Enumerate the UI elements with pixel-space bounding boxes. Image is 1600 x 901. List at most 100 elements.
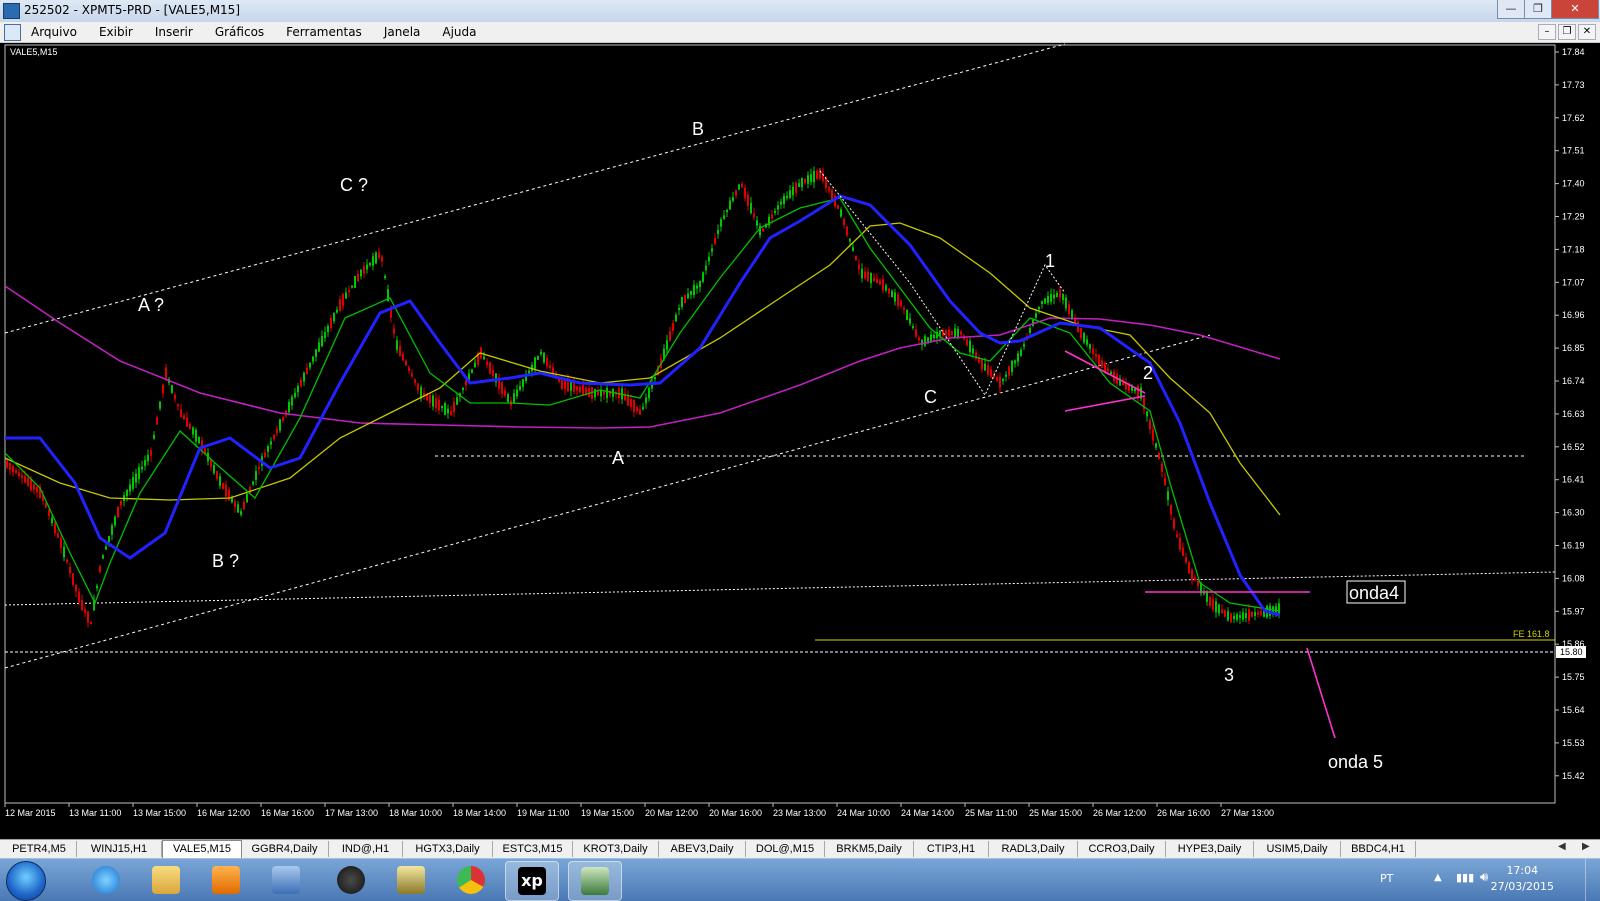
tab-vale5[interactable]: VALE5,M15 bbox=[162, 840, 242, 859]
candle-body bbox=[1092, 348, 1094, 354]
clock[interactable]: 17:04 27/03/2015 bbox=[1491, 863, 1554, 895]
candle-body bbox=[909, 318, 911, 324]
candle-body bbox=[324, 332, 326, 338]
time-tick-label: 20 Mar 12:00 bbox=[645, 808, 698, 818]
tab-scroll-right-icon[interactable]: ▶ bbox=[1582, 841, 1590, 852]
price-chart[interactable]: 17.84 17.73 17.62 17.51 17.40 17.29 17.18 17.07… bbox=[0, 43, 1600, 839]
current-price-text: 15.80 bbox=[1560, 647, 1583, 657]
hp-app-button[interactable] bbox=[325, 861, 377, 899]
tab-estc3[interactable]: ESTC3,M15 bbox=[493, 841, 573, 857]
candle-body bbox=[1056, 293, 1058, 297]
time-tick-label: 18 Mar 10:00 bbox=[389, 808, 442, 818]
candle-body bbox=[66, 559, 68, 563]
candle-body bbox=[972, 348, 974, 354]
volume-icon[interactable]: 🔊︎ bbox=[1480, 870, 1488, 885]
candle-body bbox=[678, 307, 680, 311]
candle-body bbox=[450, 410, 452, 416]
candle-body bbox=[846, 226, 848, 236]
tab-usim5[interactable]: USIM5,Daily bbox=[1254, 841, 1341, 857]
time-tick-label: 20 Mar 16:00 bbox=[709, 808, 762, 818]
candle-body bbox=[774, 210, 776, 214]
candle-body bbox=[81, 600, 83, 610]
tab-hgtx3[interactable]: HGTX3,Daily bbox=[403, 841, 493, 857]
candle-body bbox=[1005, 374, 1007, 377]
label-wave-1: 1 bbox=[1045, 251, 1055, 271]
tab-ctip3[interactable]: CTIP3,H1 bbox=[914, 841, 989, 857]
tray-expand-icon[interactable]: ▲ bbox=[1434, 872, 1442, 883]
menu-arquivo[interactable]: Arquivo bbox=[20, 24, 88, 40]
candle-body bbox=[639, 409, 641, 415]
media-player-button[interactable] bbox=[200, 861, 252, 899]
tab-petr4[interactable]: PETR4,M5 bbox=[2, 841, 77, 857]
candle-body bbox=[270, 441, 272, 445]
tab-radl3[interactable]: RADL3,Daily bbox=[989, 841, 1078, 857]
tab-krot3[interactable]: KROT3,Daily bbox=[573, 841, 659, 857]
candle-body bbox=[1260, 611, 1262, 615]
candle-body bbox=[915, 329, 917, 337]
metatrader-button[interactable] bbox=[568, 861, 622, 901]
hp-icon bbox=[337, 866, 365, 894]
candle-body bbox=[837, 205, 839, 209]
child-minimize-button[interactable]: – bbox=[1538, 24, 1556, 40]
show-desktop-button[interactable] bbox=[1585, 859, 1600, 901]
tab-brkm5[interactable]: BRKM5,Daily bbox=[825, 841, 914, 857]
candle-body bbox=[492, 369, 494, 377]
candle-body bbox=[1017, 353, 1019, 362]
tab-dol[interactable]: DOL@,M15 bbox=[746, 841, 825, 857]
internet-explorer-button[interactable] bbox=[80, 861, 132, 899]
candle-body bbox=[333, 312, 335, 322]
child-close-button[interactable]: ✕ bbox=[1578, 24, 1596, 40]
candle-body bbox=[924, 336, 926, 346]
candle-body bbox=[1035, 313, 1037, 318]
tab-abev3[interactable]: ABEV3,Daily bbox=[659, 841, 746, 857]
signal-icon[interactable]: ▮▮▮ bbox=[1456, 871, 1474, 884]
candle-body bbox=[798, 183, 800, 187]
price-tick-label: 15.53 bbox=[1562, 738, 1585, 748]
minimize-button[interactable]: — bbox=[1497, 0, 1525, 19]
menu-graficos[interactable]: Gráficos bbox=[204, 24, 275, 40]
file-explorer-button[interactable] bbox=[140, 861, 192, 899]
menu-inserir[interactable]: Inserir bbox=[144, 24, 204, 40]
tab-ind[interactable]: IND@,H1 bbox=[329, 841, 403, 857]
candle-body bbox=[792, 186, 794, 196]
tab-winj15[interactable]: WINJ15,H1 bbox=[77, 841, 162, 857]
candle-body bbox=[840, 209, 842, 217]
price-tick-label: 16.52 bbox=[1562, 442, 1585, 452]
restore-button[interactable]: ❐ bbox=[1524, 0, 1552, 19]
menu-janela[interactable]: Janela bbox=[373, 24, 432, 40]
tab-scroll-left-icon[interactable]: ◀ bbox=[1558, 841, 1566, 852]
candle-body bbox=[186, 417, 188, 427]
candle-body bbox=[1020, 349, 1022, 357]
candle-body bbox=[141, 466, 143, 470]
candle-body bbox=[96, 585, 98, 589]
menu-ferramentas[interactable]: Ferramentas bbox=[275, 24, 373, 40]
candle-body bbox=[279, 419, 281, 431]
candle-body bbox=[138, 467, 140, 479]
candle-body bbox=[735, 190, 737, 196]
candle-body bbox=[264, 452, 266, 458]
tab-bbdc4[interactable]: BBDC4,H1 bbox=[1341, 841, 1416, 857]
chart-window-icon[interactable] bbox=[4, 24, 21, 41]
candle-body bbox=[1059, 289, 1061, 298]
chart-canvas[interactable]: 17.84 17.73 17.62 17.51 17.40 17.29 17.18 17.07… bbox=[0, 43, 1600, 839]
xp-investimentos-button[interactable]: xp bbox=[505, 861, 559, 901]
menu-exibir[interactable]: Exibir bbox=[88, 24, 144, 40]
candle-body bbox=[1089, 344, 1091, 349]
candle-body bbox=[18, 472, 20, 476]
candle-body bbox=[1095, 354, 1097, 357]
candle-body bbox=[987, 365, 989, 375]
tab-ccro3[interactable]: CCRO3,Daily bbox=[1078, 841, 1166, 857]
close-button[interactable]: ✕ bbox=[1551, 0, 1599, 19]
start-button[interactable] bbox=[6, 861, 46, 901]
finance-app-button[interactable] bbox=[385, 861, 437, 899]
language-indicator[interactable]: PT bbox=[1380, 872, 1393, 885]
child-restore-button[interactable]: ❐ bbox=[1558, 24, 1576, 40]
network-app-button[interactable] bbox=[260, 861, 312, 899]
tab-hype3[interactable]: HYPE3,Daily bbox=[1166, 841, 1254, 857]
menu-ajuda[interactable]: Ajuda bbox=[431, 24, 487, 40]
candle-body bbox=[1080, 328, 1082, 338]
candle-body bbox=[891, 290, 893, 298]
time-tick-label: 23 Mar 13:00 bbox=[773, 808, 826, 818]
chrome-button[interactable] bbox=[445, 861, 497, 899]
tab-ggbr4[interactable]: GGBR4,Daily bbox=[241, 841, 329, 857]
